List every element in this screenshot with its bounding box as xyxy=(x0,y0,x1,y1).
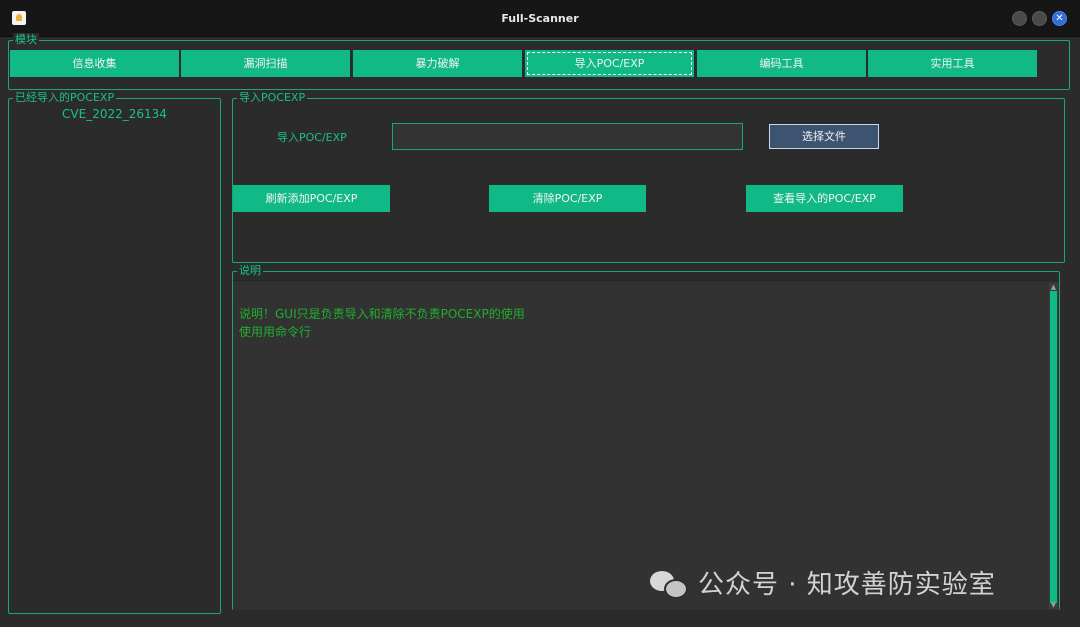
modules-legend: 模块 xyxy=(13,33,39,47)
tab-vuln-scan[interactable]: 漏洞扫描 xyxy=(181,50,350,77)
list-item[interactable]: CVE_2022_26134 xyxy=(9,107,220,121)
clear-pocexp-button[interactable]: 清除POC/EXP xyxy=(489,185,646,212)
choose-file-button[interactable]: 选择文件 xyxy=(769,124,879,149)
description-legend: 说明 xyxy=(237,264,263,278)
view-imported-button[interactable]: 查看导入的POC/EXP xyxy=(746,185,903,212)
import-pocexp-legend: 导入POCEXP xyxy=(237,91,308,105)
refresh-add-button[interactable]: 刷新添加POC/EXP xyxy=(233,185,390,212)
title-bar: Full-Scanner ✕ xyxy=(0,0,1080,37)
import-field-label: 导入POC/EXP xyxy=(277,131,347,144)
tab-utility-tools[interactable]: 实用工具 xyxy=(868,50,1037,77)
close-button[interactable]: ✕ xyxy=(1052,11,1067,26)
tab-encoding-tools[interactable]: 编码工具 xyxy=(697,50,866,77)
window-title: Full-Scanner xyxy=(501,12,579,25)
maximize-button[interactable] xyxy=(1032,11,1047,26)
minimize-button[interactable] xyxy=(1012,11,1027,26)
scroll-up-icon[interactable]: ▲ xyxy=(1049,283,1058,291)
import-pocexp-group: 导入POCEXP 导入POC/EXP 选择文件 刷新添加POC/EXP 清除PO… xyxy=(232,91,1065,263)
wechat-icon xyxy=(650,567,688,599)
tab-info-gathering[interactable]: 信息收集 xyxy=(10,50,179,77)
modules-group: 模块 信息收集 漏洞扫描 暴力破解 导入POC/EXP 编码工具 实用工具 xyxy=(8,33,1070,90)
import-path-input[interactable] xyxy=(392,123,743,150)
description-line: 说明！GUI只是负责导入和清除不负责POCEXP的使用 xyxy=(239,307,525,321)
tab-import-poc-exp[interactable]: 导入POC/EXP xyxy=(525,50,694,77)
watermark: 公众号 · 知攻善防实验室 xyxy=(650,552,1062,612)
imported-pocexp-legend: 已经导入的POCEXP xyxy=(13,91,117,105)
watermark-text: 公众号 · 知攻善防实验室 xyxy=(698,569,996,600)
description-line: 使用用命令行 xyxy=(239,325,312,339)
imported-pocexp-group: 已经导入的POCEXP CVE_2022_26134 xyxy=(8,91,221,614)
tab-brute-force[interactable]: 暴力破解 xyxy=(353,50,522,77)
app-window: Full-Scanner ✕ 模块 信息收集 漏洞扫描 暴力破解 导入POC/E… xyxy=(0,0,1080,627)
